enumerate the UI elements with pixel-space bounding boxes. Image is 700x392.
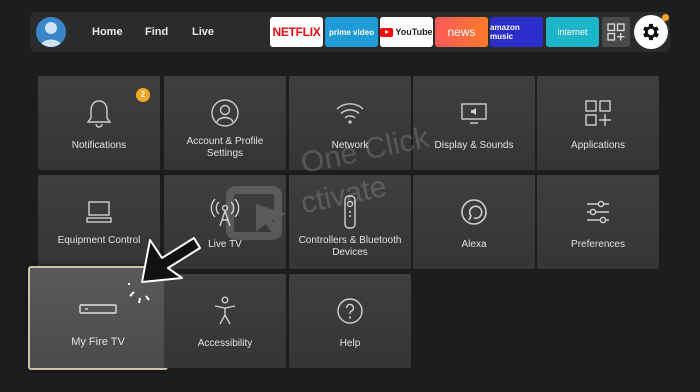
- tile-account-profile-settings[interactable]: Account & Profile Settings: [164, 76, 286, 170]
- tile-applications[interactable]: Applications: [537, 76, 659, 170]
- settings-button[interactable]: [634, 14, 669, 49]
- bell-icon: [86, 100, 112, 128]
- youtube-app-tile[interactable]: YouTube: [380, 17, 433, 47]
- settings-notification-dot: [662, 14, 669, 21]
- notification-count-badge: 2: [136, 88, 150, 102]
- profile-avatar[interactable]: [36, 17, 66, 47]
- help-icon: [337, 298, 363, 324]
- amazon-music-label: amazon music: [490, 23, 520, 41]
- nav-home[interactable]: Home: [92, 12, 123, 52]
- nav-live[interactable]: Live: [192, 12, 214, 52]
- accessibility-icon: [214, 296, 236, 325]
- tile-network[interactable]: Network: [289, 76, 411, 170]
- equipment-icon: [86, 201, 112, 223]
- tile-label: My Fire TV: [71, 336, 125, 348]
- tile-accessibility[interactable]: Accessibility: [164, 274, 286, 368]
- tile-label: Account & Profile Settings: [186, 136, 264, 159]
- applications-icon: [585, 100, 611, 126]
- tile-label: Controllers & Bluetooth Devices: [298, 235, 402, 258]
- wifi-icon: [336, 103, 364, 124]
- tile-label: Help: [339, 338, 361, 349]
- profile-icon: [40, 22, 62, 47]
- top-navigation-bar: Home Find Live NETFLIX prime video YouTu…: [30, 12, 670, 52]
- antenna-icon: [210, 198, 240, 227]
- display-sound-icon: [461, 103, 487, 124]
- news-app-tile[interactable]: news: [435, 17, 488, 47]
- netflix-app-tile[interactable]: NETFLIX: [270, 17, 323, 47]
- netflix-label: NETFLIX: [272, 25, 321, 39]
- amazon-music-app-tile[interactable]: amazon music: [490, 17, 543, 47]
- tile-notifications[interactable]: 2 Notifications: [38, 76, 160, 170]
- prime-video-app-tile[interactable]: prime video: [325, 17, 378, 47]
- tile-display-sounds[interactable]: Display & Sounds: [413, 76, 535, 170]
- apps-grid-icon: [607, 23, 625, 41]
- tile-label: Applications: [571, 140, 625, 151]
- tile-label: Preferences: [571, 239, 625, 250]
- tile-label: Network: [331, 140, 369, 151]
- all-apps-button[interactable]: [602, 17, 630, 47]
- tile-label: Equipment Control: [57, 235, 141, 246]
- tile-label: Display & Sounds: [434, 140, 514, 151]
- news-label: news: [447, 25, 476, 39]
- youtube-play-icon: [380, 27, 394, 37]
- tile-preferences[interactable]: Preferences: [537, 175, 659, 269]
- tile-help[interactable]: Help: [289, 274, 411, 368]
- prime-video-label: prime video: [329, 27, 374, 37]
- tile-label: Notifications: [71, 140, 127, 151]
- tile-label: Accessibility: [197, 338, 253, 349]
- tile-equipment-control[interactable]: Equipment Control: [38, 175, 160, 269]
- tile-label: Live TV: [208, 239, 242, 250]
- account-icon: [211, 99, 239, 127]
- tile-my-fire-tv[interactable]: My Fire TV: [28, 266, 168, 370]
- gear-icon: [643, 23, 659, 41]
- nav-find[interactable]: Find: [145, 12, 168, 52]
- remote-icon: [344, 195, 356, 229]
- tile-label: Alexa: [461, 239, 487, 250]
- internet-app-tile[interactable]: internet: [546, 17, 599, 47]
- internet-label: internet: [557, 27, 588, 37]
- tile-alexa[interactable]: Alexa: [413, 175, 535, 269]
- firetv-device-icon: [79, 304, 117, 314]
- tile-live-tv[interactable]: Live TV: [164, 175, 286, 269]
- tile-controllers-bluetooth-devices[interactable]: Controllers & Bluetooth Devices: [289, 175, 411, 269]
- alexa-icon: [461, 199, 487, 225]
- sliders-icon: [587, 200, 609, 224]
- youtube-label: YouTube: [395, 27, 433, 37]
